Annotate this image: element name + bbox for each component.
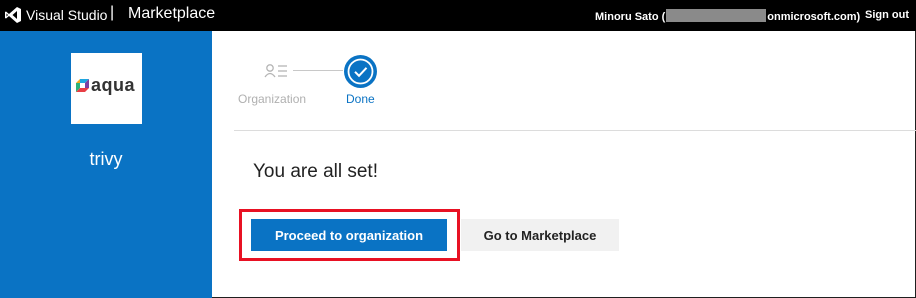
step-done-indicator [344, 55, 377, 88]
organization-icon [264, 64, 287, 78]
go-to-marketplace-button[interactable]: Go to Marketplace [461, 219, 619, 251]
extension-name: trivy [89, 149, 123, 169]
step-label-done: Done [346, 92, 375, 106]
top-bar: Visual Studio | Marketplace Minoru Sato … [0, 0, 916, 31]
extension-sidebar: aqua trivy [0, 31, 212, 298]
checkmark-icon [347, 58, 374, 85]
aqua-logo-icon [76, 79, 89, 92]
extension-logo: aqua [71, 53, 142, 124]
proceed-to-organization-button[interactable]: Proceed to organization [251, 219, 447, 251]
visual-studio-logo-icon [5, 7, 21, 23]
marketplace-link[interactable]: Marketplace [128, 5, 215, 23]
step-label-organization: Organization [238, 92, 307, 106]
section-divider [234, 130, 916, 131]
redacted-email [666, 9, 767, 22]
user-domain: onmicrosoft.com) [767, 11, 861, 23]
logo-text: aqua [91, 75, 136, 95]
brand-name[interactable]: Visual Studio [26, 7, 107, 23]
stepper-connector [293, 70, 343, 71]
header-separator: | [110, 4, 115, 21]
completion-message: You are all set! [253, 161, 378, 182]
user-name: Minoru Sato ( [595, 11, 666, 23]
sign-out-link[interactable]: Sign out [865, 9, 909, 21]
user-account[interactable]: Minoru Sato ( onmicrosoft.com) [595, 9, 860, 23]
